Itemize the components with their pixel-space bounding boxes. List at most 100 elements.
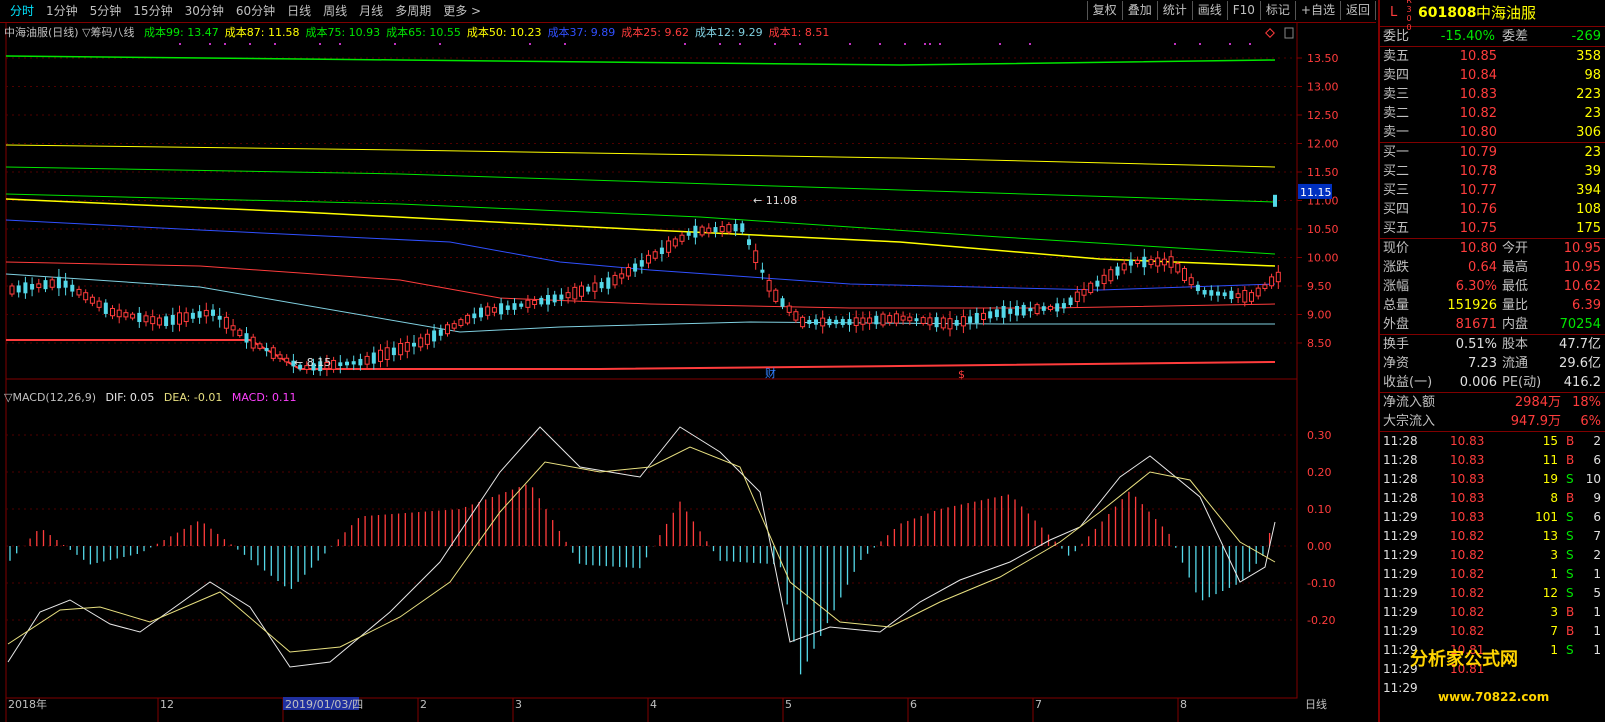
tool-button-6[interactable]: +自选 xyxy=(1294,1,1341,20)
tick-time: 11:29 xyxy=(1383,624,1418,638)
bid-price: 10.76 xyxy=(1459,202,1497,217)
period-tab-1[interactable]: 1分钟 xyxy=(40,3,84,19)
signal-dot xyxy=(1199,43,1201,45)
tick-side: S xyxy=(1566,529,1574,543)
period-tab-9[interactable]: 多周期 xyxy=(389,3,437,19)
tick-price: 10.83 xyxy=(1450,472,1485,486)
cost75-line xyxy=(5,166,1276,203)
ask-row[interactable]: 卖五 10.85 358 xyxy=(1380,47,1605,66)
flow-row: 大宗流入 947.9万 6% xyxy=(1380,412,1605,431)
period-tab-3[interactable]: 15分钟 xyxy=(127,3,178,19)
tick-time: 11:29 xyxy=(1383,586,1418,600)
candle-up xyxy=(418,337,424,348)
bid-row[interactable]: 买一 10.79 23 xyxy=(1380,143,1605,162)
quote-row: 现价 10.80 今开 10.95 xyxy=(1380,239,1605,258)
quote-row-label2: 量比 xyxy=(1502,298,1529,313)
tool-button-2[interactable]: 统计 xyxy=(1156,1,1193,20)
scroll-handle[interactable] xyxy=(1284,27,1294,39)
candle-up xyxy=(284,357,290,363)
candle-up xyxy=(1048,305,1053,311)
candle-down xyxy=(472,313,477,319)
candle-down xyxy=(1015,305,1019,316)
fundamental-row-label: 净资 xyxy=(1383,356,1410,371)
period-tab-2[interactable]: 5分钟 xyxy=(84,3,128,19)
ask-price: 10.80 xyxy=(1459,125,1497,140)
bid-row[interactable]: 买五 10.75 175 xyxy=(1380,219,1605,238)
candle-down xyxy=(994,309,999,318)
period-tab-4[interactable]: 30分钟 xyxy=(179,3,230,19)
candle-down xyxy=(499,303,504,315)
signal-dot xyxy=(1174,43,1176,45)
macd-axis-label: 0.20 xyxy=(1307,466,1332,479)
candle-down xyxy=(780,298,785,307)
diamond-icon[interactable] xyxy=(1265,28,1275,38)
tool-button-7[interactable]: 返回 xyxy=(1339,1,1376,20)
candle-up xyxy=(1249,292,1254,302)
period-tab-10[interactable]: 更多 > xyxy=(437,3,487,19)
candle-up xyxy=(900,315,906,321)
candle-down xyxy=(30,284,35,290)
candle-down xyxy=(1216,291,1220,296)
quote-row-value: 81671 xyxy=(1455,317,1497,332)
period-tab-7[interactable]: 周线 xyxy=(317,3,353,19)
weicha-label: 委差 xyxy=(1502,29,1529,44)
candle-up xyxy=(257,343,263,349)
tool-button-4[interactable]: F10 xyxy=(1226,1,1261,20)
flow-label: 净流入额 xyxy=(1383,395,1436,410)
cost-line-label-3: 成本65: 10.55 xyxy=(386,26,461,39)
candle-up xyxy=(96,300,102,308)
tool-button-0[interactable]: 复权 xyxy=(1086,1,1123,20)
candle-down xyxy=(747,239,751,246)
candle-up xyxy=(1135,259,1141,265)
tick-side: B xyxy=(1566,491,1575,505)
period-tab-8[interactable]: 月线 xyxy=(353,3,389,19)
bid-row[interactable]: 买三 10.77 394 xyxy=(1380,181,1605,200)
candle-up xyxy=(1269,276,1275,287)
candle-down xyxy=(412,342,416,347)
candle-up xyxy=(445,324,450,335)
ask-price: 10.84 xyxy=(1459,68,1497,83)
period-tab-0[interactable]: 分时 xyxy=(4,3,40,19)
tool-button-3[interactable]: 画线 xyxy=(1191,1,1228,20)
candle-down xyxy=(70,284,75,292)
tick-row: 11:28 10.83 15 B 2 xyxy=(1380,432,1605,451)
ask-row[interactable]: 卖二 10.82 23 xyxy=(1380,104,1605,123)
ask-row[interactable]: 卖三 10.83 223 xyxy=(1380,85,1605,104)
bid-row[interactable]: 买四 10.76 108 xyxy=(1380,200,1605,219)
bid-row[interactable]: 买二 10.78 39 xyxy=(1380,162,1605,181)
kline-chart[interactable]: 13.5013.0012.5012.0011.5011.0010.5010.00… xyxy=(0,22,1376,722)
candle-up xyxy=(699,226,705,236)
price-axis-label: 9.00 xyxy=(1307,309,1332,322)
candle-up xyxy=(130,313,136,319)
candle-up xyxy=(619,273,625,279)
tick-row: 11:29 10.82 3 S 2 xyxy=(1380,546,1605,565)
signal-dot xyxy=(1229,43,1231,45)
watermark-url: www.70822.com xyxy=(1438,690,1550,704)
candle-down xyxy=(974,312,979,324)
tool-button-5[interactable]: 标记 xyxy=(1259,1,1296,20)
ask-row[interactable]: 卖一 10.80 306 xyxy=(1380,123,1605,142)
candle-up xyxy=(1235,293,1241,298)
bid-price: 10.77 xyxy=(1459,183,1497,198)
candle-up xyxy=(579,285,584,297)
ask-row[interactable]: 卖四 10.84 98 xyxy=(1380,66,1605,85)
quote-row-value: 6.30% xyxy=(1455,279,1497,294)
period-tab-6[interactable]: 日线 xyxy=(281,3,317,19)
tick-row: 11:28 10.83 11 B 6 xyxy=(1380,451,1605,470)
period-tab-5[interactable]: 60分钟 xyxy=(230,3,281,19)
tool-button-1[interactable]: 叠加 xyxy=(1121,1,1158,20)
candle-down xyxy=(586,286,591,292)
candle-up xyxy=(156,317,162,326)
bid-label: 买五 xyxy=(1383,221,1410,236)
macd-value: MACD: 0.11 xyxy=(231,391,297,404)
candle-down xyxy=(432,330,437,342)
cost-line-label-6: 成本25: 9.62 xyxy=(621,26,689,39)
candle-down xyxy=(1229,290,1234,300)
weibi-row: 委比 -15.40% 委差 -269 xyxy=(1380,27,1605,46)
candle-down xyxy=(43,280,48,290)
candle-up xyxy=(646,254,651,264)
candle-up xyxy=(947,318,953,330)
candle-up xyxy=(177,312,182,325)
candle-down xyxy=(606,277,611,289)
candle-down xyxy=(1055,303,1060,312)
